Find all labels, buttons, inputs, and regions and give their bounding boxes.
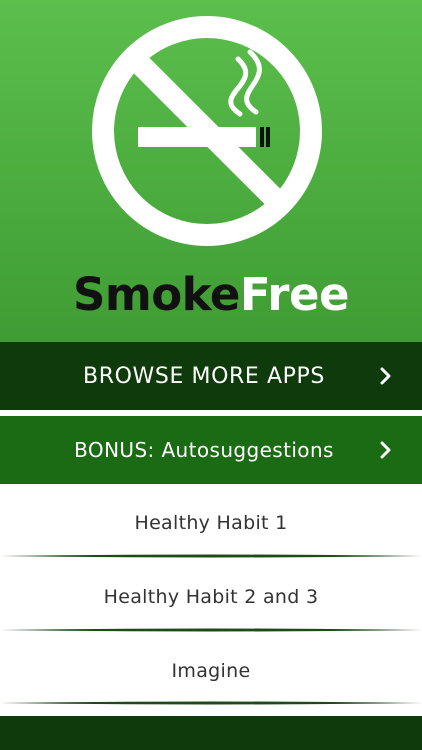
next-menu-item-partial[interactable] [0, 716, 422, 750]
menu-divider [0, 554, 422, 558]
menu-item-label: Healthy Habit 2 and 3 [103, 585, 319, 608]
menu-item-label: Imagine [171, 659, 251, 682]
browse-more-apps-label: BROWSE MORE APPS [83, 363, 325, 389]
browse-more-apps-button[interactable]: BROWSE MORE APPS [0, 342, 422, 410]
menu-item-imagine[interactable]: Imagine [0, 634, 422, 707]
menu-item-healthy-habit-1[interactable]: Healthy Habit 1 [0, 486, 422, 559]
bonus-autosuggestions-button[interactable]: BONUS: Autosuggestions [0, 416, 422, 484]
app-title: SmokeFree [0, 272, 422, 317]
bonus-autosuggestions-label: BONUS: Autosuggestions [74, 438, 334, 462]
app-header: SmokeFree [0, 0, 422, 342]
menu-divider [0, 701, 422, 705]
menu-divider [0, 628, 422, 632]
menu-item-label: Healthy Habit 1 [134, 511, 288, 534]
app-title-part2: Free [239, 268, 350, 321]
no-smoking-icon [92, 16, 322, 246]
menu-item-healthy-habit-2-3[interactable]: Healthy Habit 2 and 3 [0, 560, 422, 633]
chevron-right-icon [380, 367, 391, 385]
chevron-right-icon [380, 441, 391, 459]
app-title-part1: Smoke [72, 268, 240, 321]
